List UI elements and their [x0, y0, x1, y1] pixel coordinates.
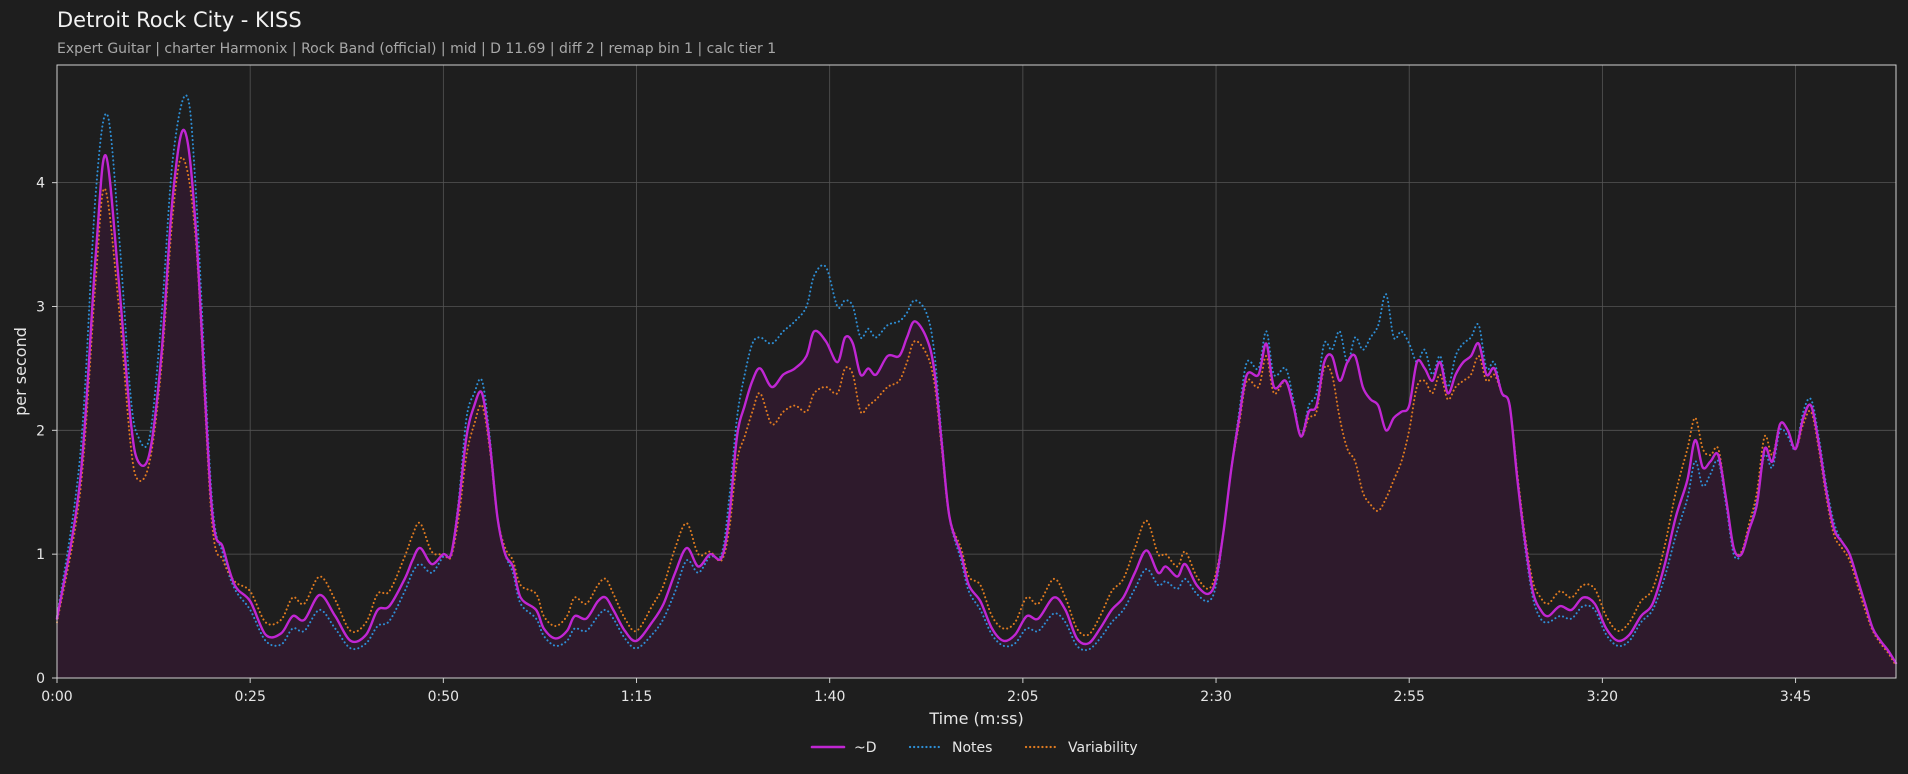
x-tick-label: 0:00 [41, 689, 72, 705]
legend-label-2: Variability [1068, 740, 1138, 756]
y-axis-label: per second [11, 327, 30, 416]
y-tick-label: 4 [36, 176, 45, 192]
x-tick-label: 3:20 [1587, 689, 1618, 705]
x-tick-label: 2:30 [1200, 689, 1231, 705]
x-tick-label: 3:45 [1780, 689, 1811, 705]
x-tick-label: 2:05 [1007, 689, 1038, 705]
y-tick-label: 1 [36, 547, 45, 563]
x-axis-ticks: 0:00 0:25 0:50 1:15 1:40 2:05 2:30 2:55 3:20 3:45 [41, 678, 1811, 705]
x-axis-label: Time (m:ss) [928, 709, 1023, 728]
x-tick-label: 0:25 [234, 689, 265, 705]
y-axis-ticks: 0 1 2 3 4 [36, 176, 57, 687]
plot-frame [56, 64, 1897, 679]
series-line-0 [55, 128, 1898, 665]
chart-legend: ~D Notes Variability [810, 740, 1138, 756]
y-tick-label: 0 [36, 671, 45, 687]
x-tick-label: 1:15 [621, 689, 652, 705]
legend-label-1: Notes [952, 740, 992, 756]
x-tick-label: 0:50 [428, 689, 459, 705]
chart-canvas: 0:00 0:25 0:50 1:15 1:40 2:05 2:30 2:55 3:20 3:45… [11, 64, 1898, 756]
x-tick-label: 2:55 [1393, 689, 1424, 705]
grid-lines [56, 65, 1896, 679]
series-line-2 [56, 156, 1897, 667]
legend-label-0: ~D [854, 740, 877, 756]
y-tick-label: 2 [36, 423, 45, 439]
y-tick-label: 3 [36, 299, 45, 315]
series-lines [55, 94, 1898, 667]
series-line-1 [56, 94, 1897, 665]
x-tick-label: 1:40 [814, 689, 845, 705]
